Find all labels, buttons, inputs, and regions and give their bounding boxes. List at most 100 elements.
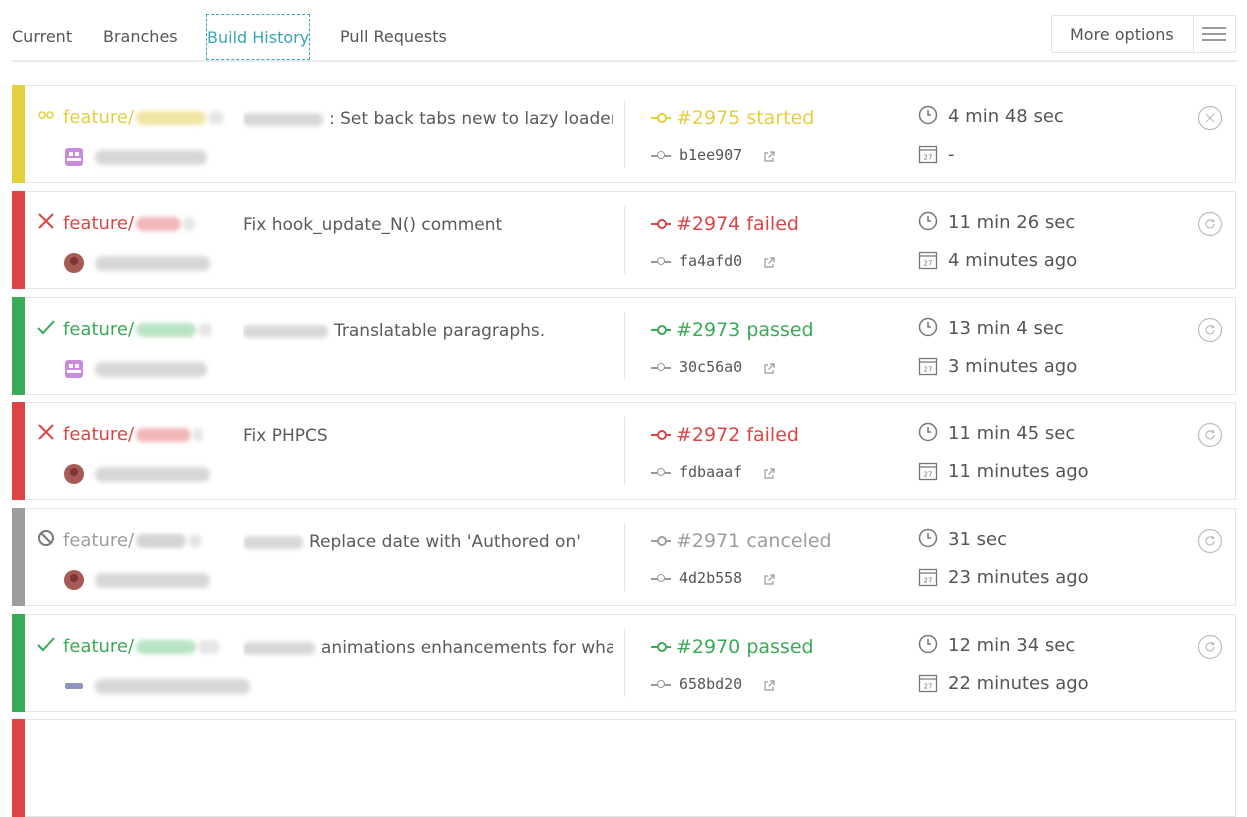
finished-time: 3 minutes ago bbox=[948, 356, 1078, 377]
build-row[interactable]: feature/ Fix PHPCS #2972 failed fdbaaaf … bbox=[12, 402, 1236, 500]
branch-label: feature/ bbox=[63, 319, 135, 340]
commit-icon bbox=[651, 257, 671, 265]
more-options-button[interactable]: More options bbox=[1051, 15, 1236, 53]
redacted-branch bbox=[183, 217, 196, 231]
tab-build-history[interactable]: Build History bbox=[206, 14, 311, 60]
external-link-icon[interactable] bbox=[763, 677, 775, 691]
build-row[interactable]: feature/ Replace date with 'Authored on'… bbox=[12, 508, 1236, 606]
build-duration: 13 min 4 sec bbox=[948, 318, 1064, 339]
row-divider bbox=[624, 206, 625, 274]
redacted-branch bbox=[198, 640, 221, 654]
check-icon bbox=[37, 318, 55, 336]
restart-icon[interactable] bbox=[1197, 211, 1223, 237]
restart-icon[interactable] bbox=[1197, 528, 1223, 554]
finished-time: 23 minutes ago bbox=[948, 567, 1089, 588]
commit-message-text: Translatable paragraphs. bbox=[334, 321, 546, 341]
redacted-branch bbox=[198, 323, 213, 337]
tab-pull-requests[interactable]: Pull Requests bbox=[340, 26, 447, 48]
redacted-author bbox=[95, 256, 210, 271]
commit-icon bbox=[651, 325, 671, 335]
redacted-branch bbox=[136, 323, 197, 337]
build-number-link[interactable]: #2972 failed bbox=[676, 423, 799, 447]
build-row[interactable]: feature/ animations enhancements for wha… bbox=[12, 614, 1236, 712]
build-number-link[interactable]: #2971 canceled bbox=[676, 529, 832, 553]
restart-icon[interactable] bbox=[1197, 317, 1223, 343]
branch-name[interactable]: feature/ bbox=[63, 106, 225, 130]
redacted-branch bbox=[136, 428, 192, 442]
build-number-link[interactable]: #2973 passed bbox=[676, 318, 814, 342]
commit-message: Fix PHPCS bbox=[243, 425, 613, 447]
build-row[interactable]: feature/ : Set back tabs new to lazy loa… bbox=[12, 85, 1236, 183]
tabs-divider bbox=[12, 60, 1237, 62]
build-row[interactable] bbox=[12, 719, 1236, 817]
commit-icon bbox=[651, 536, 671, 546]
cross-icon bbox=[37, 212, 55, 230]
restart-icon[interactable] bbox=[1197, 634, 1223, 660]
finished-time: 11 minutes ago bbox=[948, 461, 1089, 482]
hamburger-icon[interactable] bbox=[1202, 27, 1226, 41]
commit-sha-link[interactable]: 30c56a0 bbox=[679, 356, 742, 378]
commit-sha-link[interactable]: b1ee907 bbox=[679, 144, 742, 166]
external-link-icon[interactable] bbox=[763, 254, 775, 268]
commit-icon bbox=[651, 680, 671, 688]
clock-icon bbox=[918, 422, 938, 442]
build-duration: 12 min 34 sec bbox=[948, 635, 1076, 656]
tab-branches[interactable]: Branches bbox=[103, 26, 178, 48]
tab-current[interactable]: Current bbox=[12, 26, 72, 48]
avatar bbox=[63, 252, 85, 274]
branch-name[interactable]: feature/ bbox=[63, 318, 213, 342]
canceled-icon bbox=[37, 529, 55, 547]
build-duration: 31 sec bbox=[948, 529, 1007, 550]
svg-text:27: 27 bbox=[924, 471, 933, 479]
commit-sha-link[interactable]: fa4afd0 bbox=[679, 250, 742, 272]
running-icon bbox=[37, 106, 55, 124]
redacted-branch bbox=[208, 111, 225, 125]
commit-sha-link[interactable]: fdbaaaf bbox=[679, 461, 742, 483]
status-bar bbox=[12, 402, 25, 500]
commit-sha-link[interactable]: 4d2b558 bbox=[679, 567, 742, 589]
clock-icon bbox=[918, 105, 938, 125]
restart-icon[interactable] bbox=[1197, 422, 1223, 448]
tab-bar: Current Branches Build History Pull Requ… bbox=[0, 0, 1247, 62]
commit-sha-link[interactable]: 658bd20 bbox=[679, 673, 742, 695]
status-bar bbox=[12, 297, 25, 395]
finished-time: 22 minutes ago bbox=[948, 673, 1089, 694]
finished-time: - bbox=[948, 144, 955, 165]
redacted-author bbox=[95, 679, 250, 694]
calendar-icon: 27 bbox=[918, 567, 938, 587]
commit-message-text: Fix PHPCS bbox=[243, 426, 328, 446]
row-divider bbox=[624, 417, 625, 485]
branch-name[interactable]: feature/ bbox=[63, 212, 196, 236]
svg-text:27: 27 bbox=[924, 366, 933, 374]
branch-name[interactable]: feature/ bbox=[63, 635, 221, 659]
build-number-link[interactable]: #2975 started bbox=[676, 106, 814, 130]
external-link-icon[interactable] bbox=[763, 571, 775, 585]
more-options-label: More options bbox=[1070, 25, 1174, 44]
branch-name[interactable]: feature/ bbox=[63, 529, 203, 553]
commit-icon bbox=[651, 363, 671, 371]
status-bar bbox=[12, 508, 25, 606]
commit-message: Fix hook_update_N() comment bbox=[243, 214, 613, 236]
build-row[interactable]: feature/ Translatable paragraphs. #2973 … bbox=[12, 297, 1236, 395]
external-link-icon[interactable] bbox=[763, 465, 775, 479]
clock-icon bbox=[918, 528, 938, 548]
cancel-icon[interactable] bbox=[1197, 105, 1223, 131]
commit-message-text: : Set back tabs new to lazy loader. bbox=[329, 109, 613, 129]
avatar bbox=[63, 146, 85, 168]
build-number-link[interactable]: #2974 failed bbox=[676, 212, 799, 236]
check-icon bbox=[37, 635, 55, 653]
redacted-author bbox=[95, 362, 207, 377]
commit-icon bbox=[651, 574, 671, 582]
external-link-icon[interactable] bbox=[763, 360, 775, 374]
status-bar bbox=[12, 614, 25, 712]
calendar-icon: 27 bbox=[918, 673, 938, 693]
row-divider bbox=[624, 100, 625, 168]
branch-label: feature/ bbox=[63, 107, 135, 128]
commit-message-text: Replace date with 'Authored on' bbox=[309, 532, 581, 552]
build-number-link[interactable]: #2970 passed bbox=[676, 635, 814, 659]
build-row[interactable]: feature/ Fix hook_update_N() comment #29… bbox=[12, 191, 1236, 289]
branch-name[interactable]: feature/ bbox=[63, 423, 204, 447]
commit-message: animations enhancements for what bbox=[243, 637, 613, 659]
external-link-icon[interactable] bbox=[763, 148, 775, 162]
row-divider bbox=[624, 629, 625, 697]
